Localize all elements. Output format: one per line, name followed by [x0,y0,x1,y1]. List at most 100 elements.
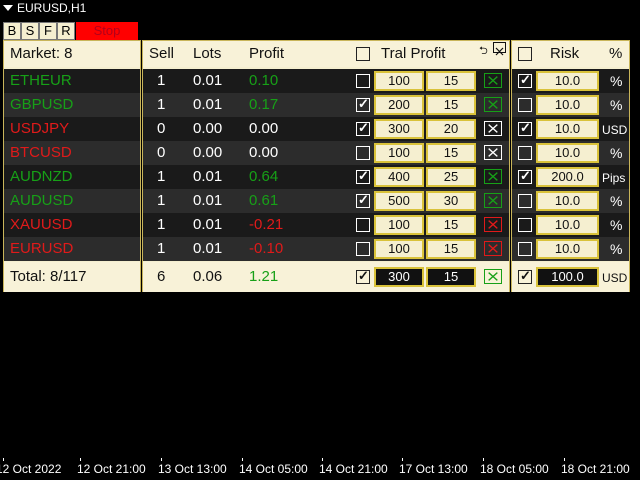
risk-unit[interactable]: Pips [602,171,625,185]
tral-step-field[interactable]: 15 [426,215,476,235]
risk-value-field[interactable]: 10.0 [536,119,599,139]
symbol-label[interactable]: AUDUSD [10,192,73,209]
tral-checkbox[interactable] [356,74,370,88]
tral-total-distance-field[interactable]: 300 [374,267,424,287]
profit-value: 0.00 [249,144,279,161]
tral-total-step-field[interactable]: 15 [426,267,476,287]
symbol-label[interactable]: GBPUSD [10,96,73,113]
sell-mode-button[interactable]: S [21,22,39,40]
tral-distance-field[interactable]: 300 [374,119,424,139]
tral-step-field[interactable]: 15 [426,143,476,163]
risk-total-checkbox[interactable] [518,268,532,284]
risk-value-field[interactable]: 10.0 [536,71,599,91]
close-position-icon[interactable] [484,121,502,136]
collapse-icon[interactable]: ⮌ [479,42,488,61]
window-title-text: EURUSD,H1 [17,1,87,15]
tral-checkbox[interactable] [356,192,370,208]
tral-distance-field[interactable]: 500 [374,191,424,211]
risk-row: 10.0% [512,141,629,165]
risk-unit[interactable]: % [610,97,622,113]
tral-distance-field[interactable]: 100 [374,215,424,235]
risk-checkbox[interactable] [518,72,532,88]
tral-step-field[interactable]: 15 [426,239,476,259]
tral-total-checkbox[interactable] [356,268,370,284]
tral-step-field[interactable]: 15 [426,95,476,115]
risk-unit[interactable]: USD [602,123,627,137]
tral-distance-field[interactable]: 200 [374,95,424,115]
tral-step-field[interactable]: 20 [426,119,476,139]
tral-step-field[interactable]: 30 [426,191,476,211]
dropdown-triangle-icon[interactable] [3,5,13,11]
stop-button[interactable]: Stop [76,22,138,40]
time-tick-mark [402,458,403,461]
symbol-label[interactable]: ETHEUR [10,72,72,89]
close-position-icon[interactable] [484,241,502,256]
symbol-label[interactable]: XAUUSD [10,216,73,233]
tral-distance-field[interactable]: 400 [374,167,424,187]
tral-checkbox[interactable] [356,242,370,256]
filter-button[interactable]: F [39,22,57,40]
symbol-label[interactable]: BTCUSD [10,144,72,161]
risk-unit[interactable]: % [610,145,622,161]
risk-checkbox[interactable] [518,218,532,232]
risk-checkbox[interactable] [518,168,532,184]
risk-unit[interactable]: % [610,241,622,257]
tral-distance-field[interactable]: 100 [374,71,424,91]
symbol-label[interactable]: AUDNZD [10,168,73,185]
close-position-icon[interactable] [484,217,502,232]
mini-toolbar: B S F R Stop [3,22,138,40]
risk-value-field[interactable]: 10.0 [536,95,599,115]
close-icon[interactable] [493,42,506,56]
risk-all-checkbox[interactable] [518,47,532,61]
risk-row: 10.0% [512,237,629,261]
symbol-label[interactable]: EURUSD [10,240,73,257]
risk-unit[interactable]: % [610,193,622,209]
time-tick-label: 18 Oct 05:00 [480,462,549,476]
tral-checkbox[interactable] [356,218,370,232]
risk-value-field[interactable]: 10.0 [536,239,599,259]
close-position-icon[interactable] [484,73,502,88]
risk-checkbox[interactable] [518,194,532,208]
tral-checkbox[interactable] [356,120,370,136]
risk-checkbox[interactable] [518,98,532,112]
lots-value: 0.01 [193,192,223,209]
position-row: 1 0.01 -0.21 100 15 [143,213,509,237]
risk-row: 10.0% [512,69,629,93]
risk-value-field[interactable]: 200.0 [536,167,599,187]
tral-checkbox[interactable] [356,96,370,112]
tral-distance-field[interactable]: 100 [374,143,424,163]
tral-profit-header: Tral Profit [381,45,446,62]
symbol-label[interactable]: USDJPY [10,120,69,137]
close-all-icon[interactable] [484,269,502,284]
close-position-icon[interactable] [484,145,502,160]
reset-button[interactable]: R [57,22,75,40]
time-tick-label: 17 Oct 13:00 [399,462,468,476]
risk-value-field[interactable]: 10.0 [536,143,599,163]
tral-all-checkbox[interactable] [356,47,370,61]
risk-unit[interactable]: % [610,73,622,89]
tral-step-field[interactable]: 15 [426,71,476,91]
close-position-icon[interactable] [484,193,502,208]
sell-count: 1 [157,96,166,113]
close-position-icon[interactable] [484,169,502,184]
tral-checkbox[interactable] [356,146,370,160]
close-position-icon[interactable] [484,97,502,112]
tral-distance-field[interactable]: 100 [374,239,424,259]
risk-total-unit[interactable]: USD [602,271,627,285]
risk-value-field[interactable]: 10.0 [536,215,599,235]
risk-unit[interactable]: % [610,217,622,233]
risk-checkbox[interactable] [518,242,532,256]
risk-checkbox[interactable] [518,146,532,160]
total-row: Total: 8/117 [4,262,140,292]
risk-value-field[interactable]: 10.0 [536,191,599,211]
profit-value: -0.10 [249,240,284,257]
tral-step-field[interactable]: 25 [426,167,476,187]
market-row: BTCUSD [4,141,140,165]
sell-count: 1 [157,72,166,89]
risk-total-field[interactable]: 100.0 [536,267,599,287]
risk-checkbox[interactable] [518,120,532,136]
tral-checkbox[interactable] [356,168,370,184]
market-panel: Market: 8 ETHEUR GBPUSD USDJPY BTCUSD AUDNZD… [3,40,141,292]
buy-mode-button[interactable]: B [3,22,21,40]
profit-column-header: Profit [249,45,285,62]
